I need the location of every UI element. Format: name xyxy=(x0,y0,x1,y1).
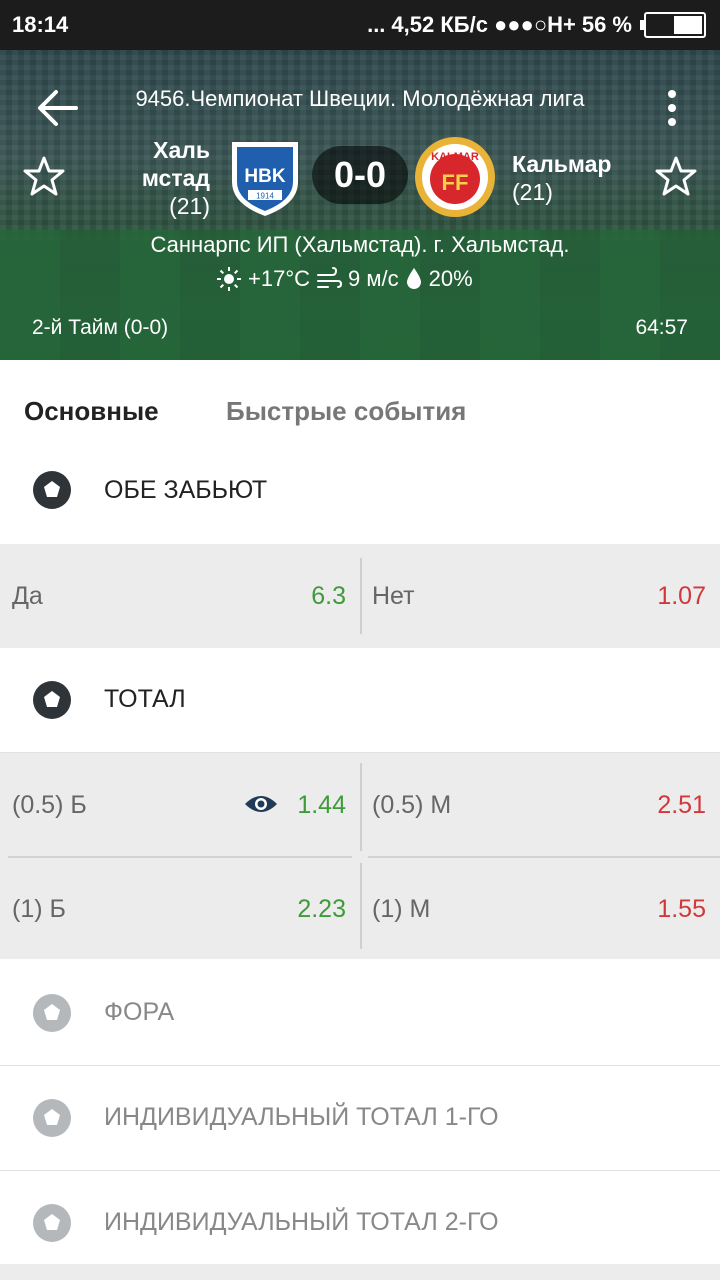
soccer-ball-icon xyxy=(33,471,71,509)
sun-icon xyxy=(217,267,241,291)
team1-name-line1: Халь xyxy=(153,137,210,163)
drop-icon xyxy=(406,268,421,289)
odd-label: (0.5) Б xyxy=(12,791,87,819)
stadium-info: Саннарпс ИП (Хальмстад). г. Хальмстад. xyxy=(150,232,570,257)
market-title: ФОРА xyxy=(104,998,175,1026)
team1-rank: (21) xyxy=(169,193,210,219)
market-ind-total-2[interactable]: ИНДИВИДУАЛЬНЫЙ ТОТАЛ 2-ГО xyxy=(0,1171,720,1276)
team2-logo: KALMAR FF xyxy=(415,137,495,217)
tab-quick-events[interactable]: Быстрые события xyxy=(226,396,466,427)
weather-info: +17°C 9 м/с 20% xyxy=(216,266,516,292)
odd-yes[interactable]: Да 6.3 xyxy=(0,544,360,648)
signal-indicator: ●●●○H+ xyxy=(493,12,576,37)
status-bar: 18:14 ... 4,52 КБ/с ●●●○H+ 56 % xyxy=(0,0,720,50)
odd-label: (1) Б xyxy=(12,895,66,923)
battery-fill xyxy=(674,16,702,34)
odd-label: (1) М xyxy=(372,895,431,923)
market-both-score[interactable]: ОБЕ ЗАБЬЮТ xyxy=(0,440,720,545)
odd-value: 2.23 xyxy=(297,895,346,923)
odd-total-under-1[interactable]: (1) М 1.55 xyxy=(360,857,720,961)
odd-value: 1.55 xyxy=(657,895,706,923)
odd-total-over-0-5[interactable]: (0.5) Б 1.44 xyxy=(0,753,360,857)
market-ind-total-1[interactable]: ИНДИВИДУАЛЬНЫЙ ТОТАЛ 1-ГО xyxy=(0,1066,720,1171)
team2-name: Кальмар (21) xyxy=(512,150,632,206)
odd-no[interactable]: Нет 1.07 xyxy=(360,544,720,648)
odd-value: 1.07 xyxy=(657,582,706,610)
market-handicap[interactable]: ФОРА xyxy=(0,961,720,1066)
weather-humidity: 20% xyxy=(428,266,473,291)
status-right: ... 4,52 КБ/с ●●●○H+ 56 % xyxy=(367,12,706,38)
market-title: ТОТАЛ xyxy=(104,685,186,713)
team2-logo-letters: FF xyxy=(442,170,469,195)
market-total[interactable]: ТОТАЛ xyxy=(0,648,720,753)
team2-logo-text: KALMAR xyxy=(431,151,479,163)
odds-both-score: Да 6.3 Нет 1.07 xyxy=(0,544,720,648)
bottom-strip xyxy=(0,1264,720,1280)
more-vert-icon[interactable] xyxy=(660,86,684,130)
soccer-ball-icon xyxy=(33,1099,71,1137)
market-title: ИНДИВИДУАЛЬНЫЙ ТОТАЛ 2-ГО xyxy=(104,1208,499,1236)
odd-value: 6.3 xyxy=(311,582,346,610)
odd-label: (0.5) М xyxy=(372,791,452,819)
team1-logo-year: 1914 xyxy=(256,192,274,201)
odds-total: (0.5) Б 1.44 (0.5) М 2.51 (1) Б 2.23 (1)… xyxy=(0,753,720,959)
league-title: 9456.Чемпионат Швеции. Молодёжная лига xyxy=(135,86,585,111)
favorite-team2-star-icon[interactable] xyxy=(654,154,698,198)
wind-icon xyxy=(317,267,343,288)
odd-value: 2.51 xyxy=(657,791,706,819)
market-title: ИНДИВИДУАЛЬНЫЙ ТОТАЛ 1-ГО xyxy=(104,1103,499,1131)
status-time: 18:14 xyxy=(12,12,69,37)
status-dots: ... xyxy=(367,12,386,37)
odd-total-over-1[interactable]: (1) Б 2.23 xyxy=(0,857,360,961)
odd-label: Да xyxy=(12,582,43,610)
weather-temp: +17°C xyxy=(248,266,311,291)
odd-label: Нет xyxy=(372,582,415,610)
soccer-ball-icon xyxy=(33,994,71,1032)
favorite-team1-star-icon[interactable] xyxy=(22,154,66,198)
team1-name-line2: мстад xyxy=(141,165,210,191)
team1-name: Халь мстад (21) xyxy=(120,136,210,220)
match-clock: 64:57 xyxy=(635,316,688,339)
soccer-ball-icon xyxy=(33,681,71,719)
network-speed: 4,52 КБ/с xyxy=(391,12,488,37)
soccer-ball-icon xyxy=(33,1204,71,1242)
team2-name-line: Кальмар xyxy=(512,151,612,177)
battery-percent: 56 % xyxy=(581,12,632,37)
battery-icon xyxy=(640,12,706,38)
eye-icon xyxy=(245,796,277,812)
team1-logo: HBK 1914 xyxy=(232,142,298,216)
team2-rank: (21) xyxy=(512,179,553,205)
tab-main[interactable]: Основные xyxy=(24,396,159,427)
match-period: 2-й Тайм (0-0) xyxy=(32,316,169,339)
back-arrow-icon[interactable] xyxy=(36,88,80,128)
weather-wind: 9 м/с xyxy=(348,266,399,291)
odd-value: 1.44 xyxy=(297,791,346,819)
odd-total-under-0-5[interactable]: (0.5) М 2.51 xyxy=(360,753,720,857)
match-score: 0-0 xyxy=(312,146,408,204)
market-title: ОБЕ ЗАБЬЮТ xyxy=(104,476,268,504)
team1-logo-text: HBK xyxy=(244,166,285,187)
